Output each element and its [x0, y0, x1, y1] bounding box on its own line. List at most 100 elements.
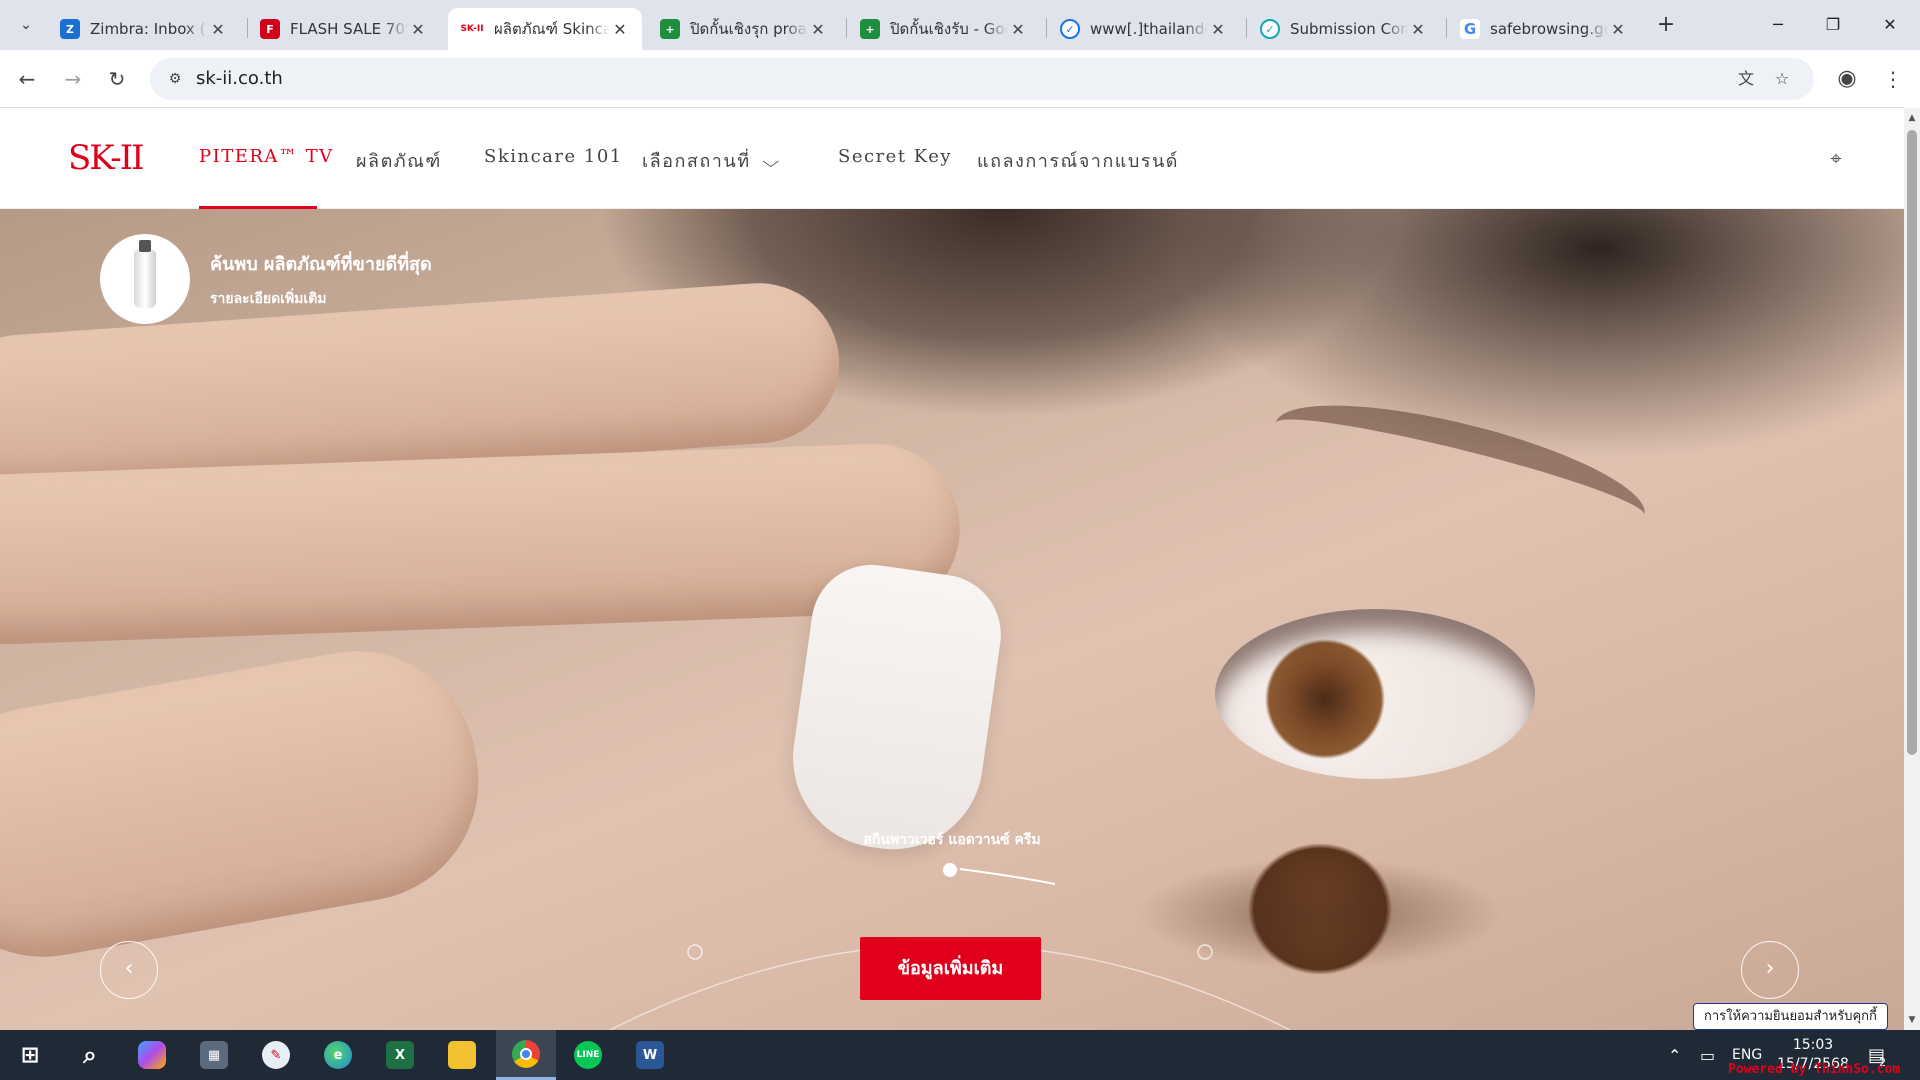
network-icon[interactable]: ▭	[1700, 1030, 1715, 1080]
close-tab-icon[interactable]: ✕	[1608, 20, 1628, 39]
copilot-icon	[138, 1041, 166, 1069]
submission-icon: ✓	[1260, 19, 1280, 39]
close-tab-icon[interactable]: ✕	[1008, 20, 1028, 39]
minimize-button[interactable]: ─	[1758, 10, 1798, 40]
scroll-up-arrow-icon[interactable]: ▲	[1904, 110, 1920, 126]
skii-logo[interactable]: SK-II	[68, 138, 145, 178]
close-window-button[interactable]: ✕	[1870, 10, 1910, 40]
tab-separator	[846, 18, 847, 38]
tab-zimbra[interactable]: Z Zimbra: Inbox (1 ✕	[48, 8, 240, 50]
site-info-icon[interactable]: ⚙	[164, 68, 186, 90]
page-scrollbar[interactable]: ▲ ▼	[1904, 108, 1920, 1030]
tab-title: www[.]thailand-a	[1090, 20, 1208, 38]
search-icon: ⌕	[83, 1041, 97, 1069]
nav-secret-key[interactable]: Secret Key	[838, 146, 952, 167]
windows-taskbar: ⊞ ⌕ ▦ ✎ e X LINE W ⌃ ▭ ENG 15:03 15/7/25…	[0, 1030, 1920, 1080]
excel-icon: X	[386, 1041, 414, 1069]
nav-brand-statement[interactable]: แถลงการณ์จากแบรนด์	[977, 146, 1179, 175]
tab-title: ผลิตภัณฑ์ Skincare	[494, 20, 610, 38]
watermark-text: Powered by ThinhSo.com	[1728, 1062, 1901, 1077]
close-tab-icon[interactable]: ✕	[408, 20, 428, 39]
word-button[interactable]: W	[620, 1030, 680, 1080]
start-icon: ⊞	[20, 1042, 40, 1068]
browser-toolbar: ← → ↻ ⚙ sk-ii.co.th 文 ☆ ◉ ⋮	[0, 50, 1920, 108]
calculator-icon: ▦	[200, 1041, 228, 1069]
file-explorer-button[interactable]	[432, 1030, 492, 1080]
copilot-button[interactable]	[122, 1030, 182, 1080]
shield-check-icon: ✓	[1060, 19, 1080, 39]
tab-sheets-proactive[interactable]: + ปิดกั้นเชิงรุก proac ✕	[648, 8, 840, 50]
nav-select-location-label: เลือกสถานที่	[642, 151, 751, 172]
back-button[interactable]: ←	[10, 62, 44, 96]
restore-button[interactable]: ❐	[1813, 10, 1853, 40]
bookmark-star-icon[interactable]: ☆	[1770, 67, 1794, 91]
skii-icon: SK-II	[460, 19, 484, 39]
location-pin-icon[interactable]: ⌖	[1824, 146, 1848, 170]
sale-icon: F	[260, 19, 280, 39]
tab-skii-active[interactable]: SK-II ผลิตภัณฑ์ Skincare ✕	[448, 8, 642, 50]
forward-button[interactable]: →	[56, 62, 90, 96]
url-text[interactable]: sk-ii.co.th	[196, 68, 283, 89]
line-button[interactable]: LINE	[558, 1030, 618, 1080]
tab-sheets-reactive[interactable]: + ปิดกั้นเชิงรับ - Goo ✕	[848, 8, 1040, 50]
profile-icon[interactable]: ◉	[1830, 62, 1864, 96]
translate-icon[interactable]: 文	[1734, 67, 1758, 91]
hero-video[interactable]: ค้นพบ ผลิตภัณฑ์ที่ขายดีที่สุด รายละเอียด…	[0, 209, 1904, 1030]
carousel-dot-active[interactable]	[943, 863, 957, 877]
chrome-icon	[512, 1039, 540, 1068]
scroll-down-arrow-icon[interactable]: ▼	[1904, 1012, 1920, 1028]
learn-more-button[interactable]: ข้อมูลเพิ่มเติม	[860, 937, 1041, 1000]
cookie-consent-button[interactable]: การให้ความยินยอมสำหรับคุกกี้	[1693, 1003, 1888, 1030]
tab-title: Zimbra: Inbox (1	[90, 20, 208, 38]
paint-icon: ✎	[262, 1041, 290, 1069]
product-carousel-arc	[609, 863, 1291, 1030]
next-slide-button[interactable]: ›	[1741, 941, 1799, 999]
search-button[interactable]: ⌕	[60, 1030, 120, 1080]
chrome-button[interactable]	[496, 1030, 556, 1080]
sheets-icon: +	[660, 19, 680, 39]
word-icon: W	[636, 1041, 664, 1069]
close-tab-icon[interactable]: ✕	[208, 20, 228, 39]
carousel-dot[interactable]	[1197, 944, 1213, 960]
new-tab-button[interactable]: +	[1652, 12, 1680, 40]
tab-thailand[interactable]: ✓ www[.]thailand-a ✕	[1048, 8, 1240, 50]
excel-button[interactable]: X	[370, 1030, 430, 1080]
carousel-dot[interactable]	[687, 944, 703, 960]
tray-overflow-chevron-icon[interactable]: ⌃	[1668, 1030, 1681, 1080]
nav-pitera-tv[interactable]: PITERA™ TV	[199, 146, 334, 167]
tab-safebrowsing[interactable]: G safebrowsing.go ✕	[1448, 8, 1640, 50]
line-icon: LINE	[574, 1041, 602, 1069]
paint-button[interactable]: ✎	[246, 1030, 306, 1080]
tab-strip: ⌄ Z Zimbra: Inbox (1 ✕ F FLASH SALE 70% …	[0, 0, 1920, 50]
calculator-button[interactable]: ▦	[184, 1030, 244, 1080]
nav-select-location[interactable]: เลือกสถานที่ ⌵	[642, 146, 781, 175]
close-tab-icon[interactable]: ✕	[1208, 20, 1228, 39]
tab-submission[interactable]: ✓ Submission Com ✕	[1248, 8, 1440, 50]
tab-separator	[1046, 18, 1047, 38]
scroll-thumb[interactable]	[1907, 130, 1917, 755]
close-tab-icon[interactable]: ✕	[808, 20, 828, 39]
nav-skincare-101[interactable]: Skincare 101	[484, 146, 623, 167]
tab-search-chevron-icon[interactable]: ⌄	[12, 12, 40, 38]
tab-title: ปิดกั้นเชิงรับ - Goo	[890, 20, 1008, 38]
menu-kebab-icon[interactable]: ⋮	[1876, 62, 1910, 96]
reload-button[interactable]: ↻	[100, 62, 134, 96]
google-icon: G	[1460, 19, 1480, 39]
tab-title: safebrowsing.go	[1490, 20, 1608, 38]
zimbra-icon: Z	[60, 19, 80, 39]
clock-time: 15:03	[1792, 1037, 1834, 1053]
prev-slide-button[interactable]: ‹	[100, 941, 158, 999]
edge-icon: e	[324, 1041, 352, 1069]
start-button[interactable]: ⊞	[0, 1030, 60, 1080]
tab-title: Submission Com	[1290, 20, 1408, 38]
close-tab-icon[interactable]: ✕	[1408, 20, 1428, 39]
sheets-icon: +	[860, 19, 880, 39]
tab-separator	[1446, 18, 1447, 38]
close-tab-icon[interactable]: ✕	[610, 20, 630, 39]
edge-button[interactable]: e	[308, 1030, 368, 1080]
nav-products[interactable]: ผลิตภัณฑ์	[356, 146, 442, 175]
chevron-down-icon: ⌵	[761, 152, 781, 171]
address-bar[interactable]: ⚙ sk-ii.co.th 文 ☆	[150, 58, 1814, 100]
tab-flash-sale[interactable]: F FLASH SALE 70% ✕	[248, 8, 440, 50]
tab-title: FLASH SALE 70%	[290, 20, 408, 38]
